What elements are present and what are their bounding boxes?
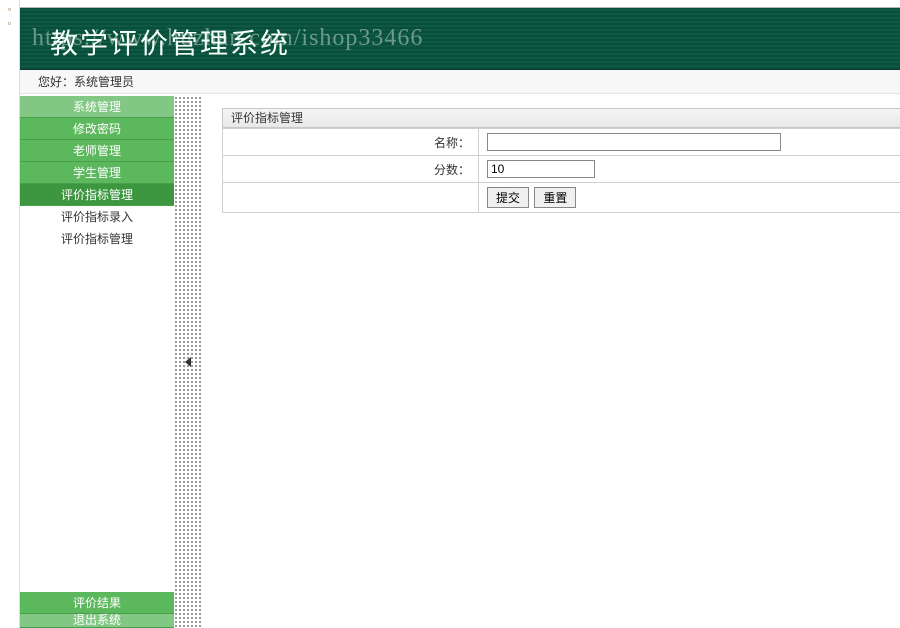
header-banner: https://www.huzhan.com/ishop33466 教学评价管理… <box>20 8 900 70</box>
app-title: 教学评价管理系统 <box>50 22 290 62</box>
sidebar-item-result[interactable]: 评价结果 <box>20 592 174 614</box>
toolbar-icon-1: ▫ <box>0 4 19 14</box>
left-toolbar: ▫ ▫ <box>0 0 20 628</box>
toolbar-icon-2: ▫ <box>0 18 19 28</box>
sidebar-item-label: 系统管理 <box>73 100 121 114</box>
greeting-prefix: 您好： <box>38 75 74 89</box>
sidebar-item-label: 修改密码 <box>73 122 121 136</box>
form-row-name: 名称： <box>223 129 900 156</box>
sidebar-item-label: 老师管理 <box>73 144 121 158</box>
sidebar-item-teacher[interactable]: 老师管理 <box>20 140 174 162</box>
reset-button[interactable]: 重置 <box>534 187 576 208</box>
sidebar-item-system[interactable]: 系统管理 <box>20 96 174 118</box>
sidebar-item-logout[interactable]: 退出系统 <box>20 614 174 628</box>
score-label: 分数： <box>223 156 479 183</box>
name-input[interactable] <box>487 133 781 151</box>
greeting-bar: 您好：系统管理员 <box>20 70 900 94</box>
sidebar-item-label: 评价指标管理 <box>61 188 133 202</box>
sidebar: 系统管理 修改密码 老师管理 学生管理 评价指标管理 评价指标录入 评价指标管理… <box>20 96 174 628</box>
sidebar-item-label: 评价指标录入 <box>61 210 133 224</box>
sidebar-subitem-manage[interactable]: 评价指标管理 <box>20 228 174 250</box>
greeting-user: 系统管理员 <box>74 75 134 89</box>
sidebar-item-label: 评价结果 <box>73 596 121 610</box>
panel-title: 评价指标管理 <box>222 108 900 128</box>
sidebar-item-label: 退出系统 <box>73 613 121 627</box>
top-thin-bar <box>20 0 900 8</box>
sidebar-item-label: 学生管理 <box>73 166 121 180</box>
sidebar-item-indicator[interactable]: 评价指标管理 <box>20 184 174 206</box>
sidebar-item-password[interactable]: 修改密码 <box>20 118 174 140</box>
form-row-buttons: 提交 重置 <box>223 183 900 213</box>
splitter[interactable] <box>174 96 202 628</box>
sidebar-subitem-entry[interactable]: 评价指标录入 <box>20 206 174 228</box>
form-row-score: 分数： <box>223 156 900 183</box>
submit-button[interactable]: 提交 <box>487 187 529 208</box>
sidebar-item-label: 评价指标管理 <box>61 232 133 246</box>
collapse-left-icon[interactable] <box>185 357 191 367</box>
name-label: 名称： <box>223 129 479 156</box>
score-input[interactable] <box>487 160 595 178</box>
empty-label <box>223 183 479 213</box>
sidebar-item-student[interactable]: 学生管理 <box>20 162 174 184</box>
content-panel: 评价指标管理 名称： 分数： 提交 <box>202 96 900 628</box>
form-table: 名称： 分数： 提交 重置 <box>222 128 900 213</box>
